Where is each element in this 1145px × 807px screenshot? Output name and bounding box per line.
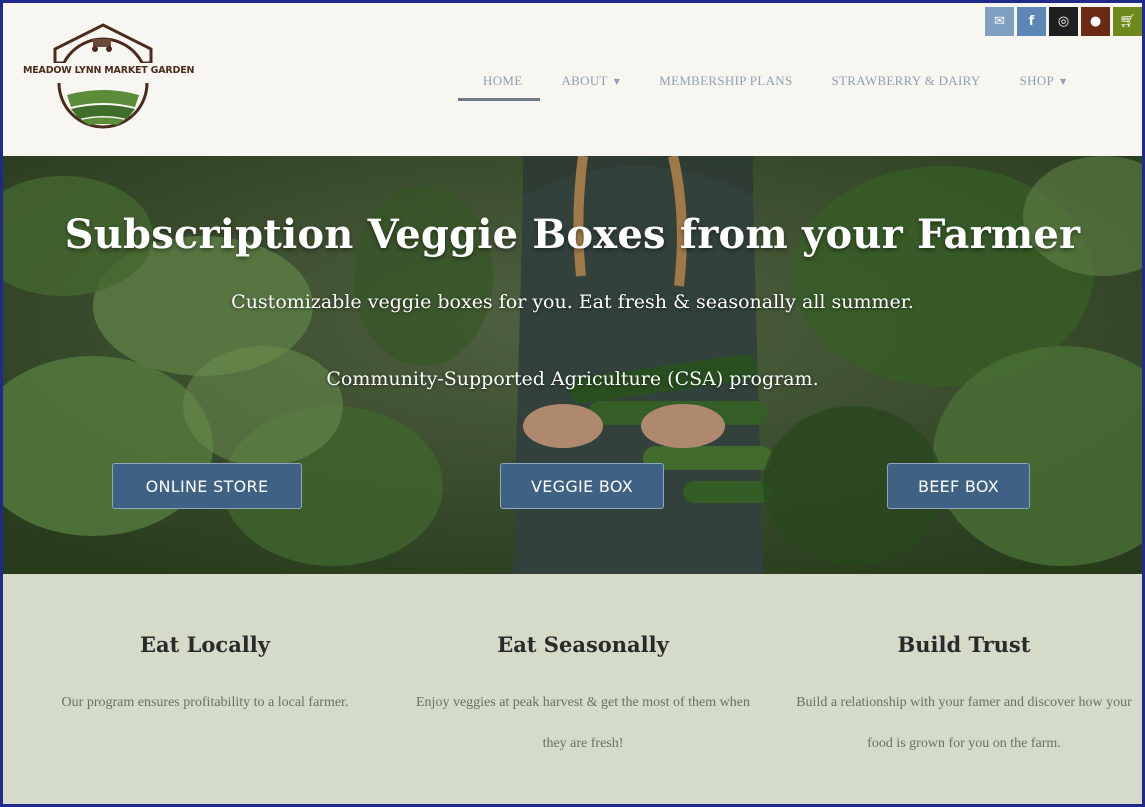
logo-graphic <box>23 23 183 129</box>
nav-shop[interactable]: SHOP ▼ <box>1020 73 1067 101</box>
nav-strawberry-dairy[interactable]: STRAWBERRY & DAIRY <box>831 73 980 101</box>
user-icon[interactable]: ● <box>1081 7 1110 36</box>
veggie-box-button[interactable]: VEGGIE BOX <box>500 463 664 509</box>
chevron-down-icon: ▼ <box>613 77 621 86</box>
features-section: Eat Locally Our program ensures profitab… <box>3 574 1142 804</box>
nav-about-label: ABOUT <box>561 73 608 88</box>
feature-text: Our program ensures profitability to a l… <box>61 695 349 710</box>
feature-title: Build Trust <box>897 632 1031 657</box>
facebook-icon[interactable]: f <box>1017 7 1046 36</box>
chevron-down-icon: ▼ <box>1059 77 1067 86</box>
instagram-icon[interactable]: ◎ <box>1049 7 1078 36</box>
online-store-button[interactable]: ONLINE STORE <box>112 463 302 509</box>
nav-membership-label: MEMBERSHIP PLANS <box>659 73 793 88</box>
site-logo[interactable]: MEADOW LYNN MARKET GARDEN <box>23 21 195 131</box>
nav-home-label: HOME <box>483 73 523 88</box>
feature-text: Build a relationship with your famer and… <box>796 695 1132 751</box>
site-header: MEADOW LYNN MARKET GARDEN ✉ f ◎ ● 🛒︎ HOM… <box>3 3 1142 156</box>
hero-section: Subscription Veggie Boxes from your Farm… <box>3 156 1142 574</box>
browser-frame: MEADOW LYNN MARKET GARDEN ✉ f ◎ ● 🛒︎ HOM… <box>0 0 1145 807</box>
nav-membership-plans[interactable]: MEMBERSHIP PLANS <box>659 73 792 101</box>
logo-text: MEADOW LYNN MARKET GARDEN <box>23 65 195 76</box>
social-icons: ✉ f ◎ ● 🛒︎ <box>985 7 1142 36</box>
email-icon[interactable]: ✉ <box>985 7 1014 36</box>
nav-home[interactable]: HOME <box>457 73 542 101</box>
beef-box-button[interactable]: BEEF BOX <box>887 463 1030 509</box>
feature-text: Enjoy veggies at peak harvest & get the … <box>416 695 750 751</box>
hero-subtitle: Customizable veggie boxes for you. Eat f… <box>231 291 914 313</box>
feature-title: Eat Locally <box>140 632 270 657</box>
hero-tagline: Community-Supported Agriculture (CSA) pr… <box>326 368 819 390</box>
nav-shop-label: SHOP <box>1019 73 1054 88</box>
hero-title: Subscription Veggie Boxes from your Farm… <box>64 211 1081 258</box>
nav-strawberry-label: STRAWBERRY & DAIRY <box>831 73 981 88</box>
cart-icon[interactable]: 🛒︎ <box>1113 7 1142 36</box>
feature-title: Eat Seasonally <box>497 632 669 657</box>
main-nav: HOME ABOUT ▼ MEMBERSHIP PLANS STRAWBERRY … <box>457 73 1105 101</box>
nav-about[interactable]: ABOUT ▼ <box>561 73 620 101</box>
